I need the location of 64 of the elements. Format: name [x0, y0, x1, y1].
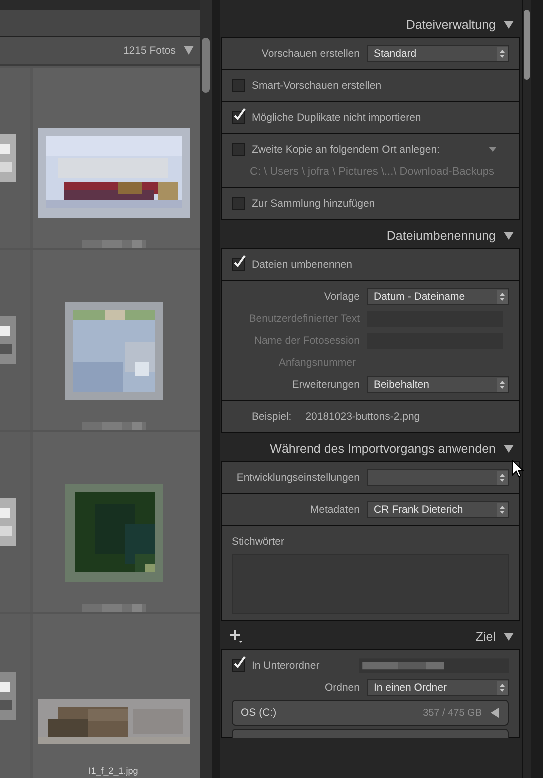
subfolder-field[interactable] [358, 658, 509, 674]
blurred-label [82, 422, 146, 430]
checkbox-label: Mögliche Duplikate nicht importieren [252, 112, 422, 124]
field-label: Entwicklungseinstellungen [236, 472, 360, 484]
panel-title[interactable]: Dateiumbenennung [386, 228, 496, 242]
stepper-icon [497, 290, 508, 304]
checkbox[interactable] [232, 659, 245, 672]
stepper-icon [497, 502, 508, 516]
plus-icon[interactable] [230, 630, 244, 644]
collapse-triangle-icon[interactable] [504, 230, 514, 240]
checkbox-label: Zur Sammlung hinzufügen [252, 198, 376, 210]
dropdown[interactable]: Datum - Dateiname [367, 288, 509, 305]
stepper-icon [497, 46, 508, 60]
dropdown[interactable] [367, 469, 509, 486]
dropdown-triangle-icon[interactable] [184, 46, 194, 55]
example-label: Beispiel: [252, 410, 292, 422]
dropdown-triangle-icon[interactable] [489, 147, 497, 152]
drive-row[interactable] [232, 729, 509, 738]
field-label: Metadaten [309, 504, 360, 516]
checkbox-label: In Unterordner [252, 660, 321, 672]
thumbnail-cell[interactable] [33, 432, 200, 612]
field-label: Benutzerdefinierter Text [248, 312, 360, 324]
collapse-triangle-icon[interactable] [504, 20, 514, 30]
thumbnail-cell[interactable]: I1_f_2_1.jpg [33, 614, 200, 778]
checkbox[interactable] [232, 197, 245, 210]
folder-path: C: \ Users \ jofra \ Pictures \...\ Download-Backups [250, 166, 495, 178]
dropdown[interactable]: CR Frank Dieterich [367, 501, 509, 518]
collapse-triangle-icon[interactable] [504, 444, 514, 454]
field-label: Ordnen [324, 682, 360, 694]
mouse-pointer-icon [512, 460, 524, 478]
panel-title[interactable]: Während des Importvorgangs anwenden [270, 442, 496, 456]
scrollbar[interactable] [200, 0, 212, 778]
expand-triangle-icon[interactable] [490, 708, 500, 718]
field-label: Vorschauen erstellen [260, 48, 360, 60]
drive-row[interactable]: OS (C:) 357 / 475 GB [232, 700, 509, 726]
blurred-label [82, 604, 146, 612]
checkbox[interactable] [232, 111, 245, 124]
checkbox-label: Zweite Kopie an folgendem Ort anlegen: [252, 144, 441, 156]
dropdown[interactable]: Beibehalten [367, 376, 509, 393]
thumbnail-cell[interactable] [33, 250, 200, 430]
stepper-icon [497, 680, 508, 694]
example-filename: 20181023-buttons-2.png [306, 410, 420, 422]
blurred-label [82, 240, 146, 248]
field-label: Name der Fotosession [253, 334, 360, 346]
collapse-triangle-icon[interactable] [504, 632, 514, 642]
checkbox-label: Smart-Vorschauen erstellen [252, 80, 382, 92]
scrollbar[interactable] [522, 0, 531, 778]
field-label: Vorlage [323, 290, 360, 302]
dropdown[interactable]: In einen Ordner [367, 679, 509, 696]
checkbox[interactable] [232, 79, 245, 92]
field-label: Erweiterungen [291, 378, 360, 390]
panel-title[interactable]: Ziel [476, 630, 496, 644]
filename: I1_f_2_1.jpg [88, 766, 138, 776]
checkbox[interactable] [232, 143, 245, 156]
checkbox[interactable] [232, 258, 245, 271]
checkbox-label: Dateien umbenennen [252, 258, 352, 270]
keywords-label: Stichwörter [232, 536, 285, 548]
panel-title[interactable]: Dateiverwaltung [406, 18, 496, 32]
photo-count: 1215 Fotos [123, 44, 176, 56]
dropdown[interactable]: Standard [367, 45, 509, 62]
stepper-icon [497, 470, 508, 484]
thumbnail-cell[interactable] [33, 68, 200, 248]
stepper-icon [497, 378, 508, 392]
field-label: Anfangsnummer [278, 356, 356, 368]
